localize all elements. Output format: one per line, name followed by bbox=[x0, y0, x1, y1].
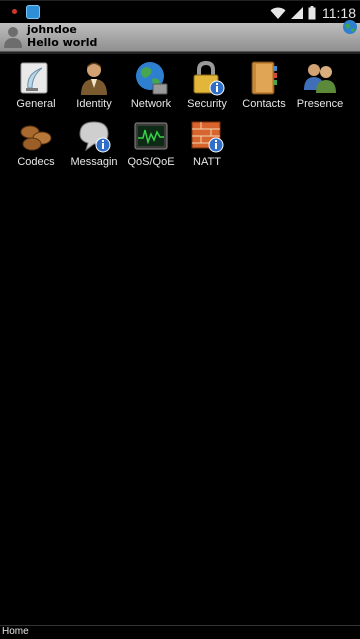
grid-item-label: Messagin bbox=[70, 156, 118, 168]
app-notification-icon bbox=[26, 5, 40, 19]
grid-item-contacts[interactable]: Contacts bbox=[235, 58, 293, 114]
messaging-icon bbox=[79, 121, 111, 153]
presence-globe-icon[interactable] bbox=[342, 19, 358, 35]
grid-item-label: QoS/QoE bbox=[127, 156, 175, 168]
identity-icon bbox=[81, 62, 107, 95]
grid-item-codecs[interactable]: Codecs bbox=[7, 116, 65, 172]
grid-item-label: Codecs bbox=[17, 156, 55, 168]
codecs-icon bbox=[20, 125, 52, 151]
grid-item-label: Presence bbox=[296, 98, 344, 110]
home-label[interactable]: Home bbox=[2, 626, 29, 637]
grid-item-label: Contacts bbox=[242, 98, 286, 110]
contacts-icon bbox=[251, 61, 277, 95]
grid-item-label: Network bbox=[130, 98, 172, 110]
identity-header[interactable]: johndoe Hello world bbox=[0, 20, 360, 52]
notification-dot-icon bbox=[12, 9, 17, 14]
user-name: johndoe bbox=[27, 23, 77, 36]
grid-item-presence[interactable]: Presence bbox=[291, 58, 349, 114]
grid-item-security[interactable]: Security bbox=[178, 58, 236, 114]
natt-icon bbox=[191, 121, 224, 153]
divider bbox=[0, 52, 360, 54]
signal-icon bbox=[290, 6, 304, 20]
grid-item-messaging[interactable]: Messagin bbox=[65, 116, 123, 172]
grid-item-label: NATT bbox=[193, 156, 221, 168]
bottom-bar: Home bbox=[0, 625, 360, 639]
presence-icon bbox=[304, 64, 336, 93]
status-message: Hello world bbox=[27, 36, 98, 49]
qos-icon bbox=[134, 122, 168, 150]
network-icon bbox=[136, 62, 168, 95]
status-bar: 11:18 bbox=[0, 0, 360, 24]
grid-item-label: Security bbox=[187, 98, 227, 110]
grid-item-network[interactable]: Network bbox=[122, 58, 180, 114]
avatar-icon bbox=[3, 25, 23, 49]
grid-item-label: Identity bbox=[76, 98, 112, 110]
battery-icon bbox=[308, 6, 316, 20]
grid-item-identity[interactable]: Identity bbox=[65, 58, 123, 114]
security-icon bbox=[193, 60, 225, 96]
grid-item-general[interactable]: General bbox=[7, 58, 65, 114]
general-icon bbox=[20, 62, 48, 94]
grid-item-natt[interactable]: NATT bbox=[178, 116, 236, 172]
wifi-icon bbox=[270, 7, 286, 20]
grid-item-qos[interactable]: QoS/QoE bbox=[122, 116, 180, 172]
grid-item-label: General bbox=[16, 98, 56, 110]
